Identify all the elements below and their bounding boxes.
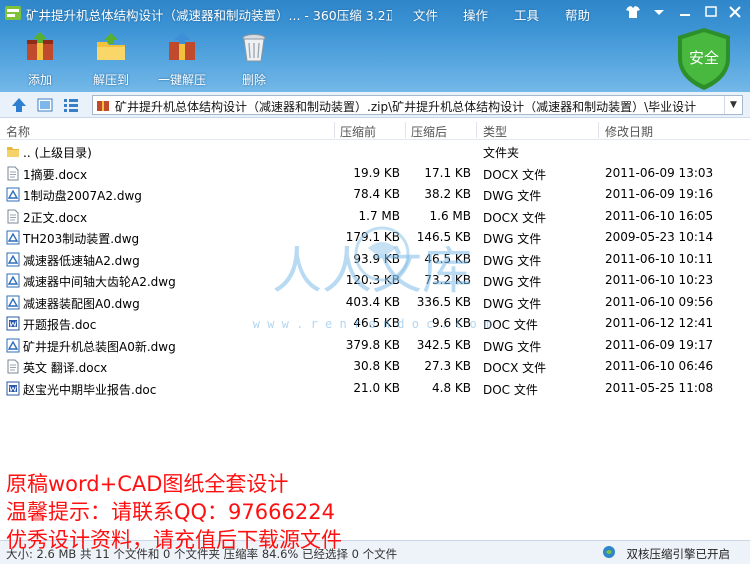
column-packed[interactable]: 压缩后 <box>411 123 447 140</box>
dwg-icon <box>6 273 20 288</box>
menu-help[interactable]: 帮助 <box>565 5 590 24</box>
column-size[interactable]: 压缩前 <box>340 123 376 140</box>
close-icon[interactable] <box>724 3 746 21</box>
table-row[interactable]: 2正文.docx 1.7 MB 1.6 MB DOCX 文件 2011-06-1… <box>0 206 750 228</box>
dwg-icon <box>6 187 20 202</box>
extract-to-button[interactable]: 解压到 <box>81 30 141 88</box>
document-icon <box>7 209 19 223</box>
promo-line-3: 优秀设计资料，请充值后下载源文件 <box>6 528 342 552</box>
table-row[interactable]: 减速器中间轴大齿轮A2.dwg 120.3 KB 73.2 KB DWG 文件 … <box>0 270 750 292</box>
thumbnail-view-icon[interactable] <box>36 96 54 114</box>
list-view-icon[interactable] <box>62 96 80 114</box>
menu-file[interactable]: 文件 <box>413 5 438 24</box>
table-row[interactable]: 赵宝光中期毕业报告.doc 21.0 KB 4.8 KB DOC 文件 2011… <box>0 378 750 400</box>
table-row[interactable]: 减速器低速轴A2.dwg 93.9 KB 46.5 KB DWG 文件 2011… <box>0 249 750 271</box>
trash-icon <box>242 34 266 62</box>
up-arrow-icon[interactable] <box>10 96 28 114</box>
engine-status-text: 双核压缩引擎已开启 <box>626 547 731 561</box>
dwg-icon <box>6 295 20 309</box>
chevron-down-icon[interactable]: ▼ <box>724 96 742 114</box>
dwg-icon <box>6 230 20 245</box>
menu-operation[interactable]: 操作 <box>463 5 488 24</box>
table-row[interactable]: TH203制动装置.dwg 179.1 KB 146.5 KB DWG 文件 2… <box>0 227 750 249</box>
minimize-icon[interactable] <box>674 3 696 21</box>
menu-tools[interactable]: 工具 <box>514 5 539 24</box>
archive-icon <box>97 101 109 111</box>
security-badge[interactable]: 安全 <box>674 26 734 92</box>
dwg-icon <box>6 338 20 352</box>
document-icon <box>7 166 19 180</box>
engine-status-icon <box>603 546 615 558</box>
address-path: 矿井提升机总体结构设计（减速器和制动装置）.zip\矿井提升机总体结构设计（减速… <box>115 100 697 114</box>
one-click-extract-icon <box>169 32 195 60</box>
promo-line-1: 原稿word+CAD图纸全套设计 <box>6 472 289 496</box>
file-list-header: 名称 压缩前 压缩后 类型 修改日期 <box>0 120 750 140</box>
address-bar-row: 矿井提升机总体结构设计（减速器和制动装置）.zip\矿井提升机总体结构设计（减速… <box>0 92 750 118</box>
column-name[interactable]: 名称 <box>6 123 30 140</box>
file-list: .. (上级目录) 文件夹 1摘要.docx 19.9 KB 17.1 KB D… <box>0 141 750 399</box>
table-row[interactable]: 1制动盘2007A2.dwg 78.4 KB 38.2 KB DWG 文件 20… <box>0 184 750 206</box>
maximize-icon[interactable] <box>700 3 722 21</box>
delete-button[interactable]: 删除 <box>224 30 284 88</box>
window-title: 矿井提升机总体结构设计（减速器和制动装置）... - 360压缩 3.2正式版 <box>26 8 392 23</box>
promo-line-2: 温馨提示：请联系QQ：97666224 <box>6 500 335 524</box>
address-path-field[interactable]: 矿井提升机总体结构设计（减速器和制动装置）.zip\矿井提升机总体结构设计（减速… <box>92 95 743 115</box>
table-row[interactable]: 英文 翻译.docx 30.8 KB 27.3 KB DOCX 文件 2011-… <box>0 356 750 378</box>
table-row[interactable]: 开题报告.doc 46.5 KB 9.6 KB DOC 文件 2011-06-1… <box>0 313 750 335</box>
dwg-icon <box>6 252 20 266</box>
doc-icon <box>6 381 20 395</box>
table-row[interactable]: 减速器装配图A0.dwg 403.4 KB 336.5 KB DWG 文件 20… <box>0 292 750 314</box>
table-row[interactable]: .. (上级目录) 文件夹 <box>0 141 750 163</box>
skin-shirt-icon[interactable] <box>622 3 644 21</box>
add-archive-icon <box>27 32 53 60</box>
table-row[interactable]: 1摘要.docx 19.9 KB 17.1 KB DOCX 文件 2011-06… <box>0 163 750 185</box>
shield-icon: 安全 <box>678 28 730 90</box>
document-icon <box>7 359 19 374</box>
one-click-extract-button[interactable]: 一键解压 <box>152 30 212 88</box>
app-logo-icon <box>5 6 21 20</box>
security-badge-label: 安全 <box>689 49 719 67</box>
dropdown-menu-icon[interactable] <box>648 3 670 21</box>
column-type[interactable]: 类型 <box>483 123 507 140</box>
add-button[interactable]: 添加 <box>10 30 70 88</box>
title-bar: 矿井提升机总体结构设计（减速器和制动装置）... - 360压缩 3.2正式版 … <box>0 0 750 26</box>
table-row[interactable]: 矿井提升机总装图A0新.dwg 379.8 KB 342.5 KB DWG 文件… <box>0 335 750 357</box>
folder-icon <box>7 147 19 157</box>
column-modified[interactable]: 修改日期 <box>605 123 653 140</box>
doc-icon <box>6 316 20 331</box>
menu-bar: 文件 <box>413 5 438 24</box>
window-chrome: 矿井提升机总体结构设计（减速器和制动装置）... - 360压缩 3.2正式版 … <box>0 0 750 92</box>
extract-folder-icon <box>97 33 125 60</box>
